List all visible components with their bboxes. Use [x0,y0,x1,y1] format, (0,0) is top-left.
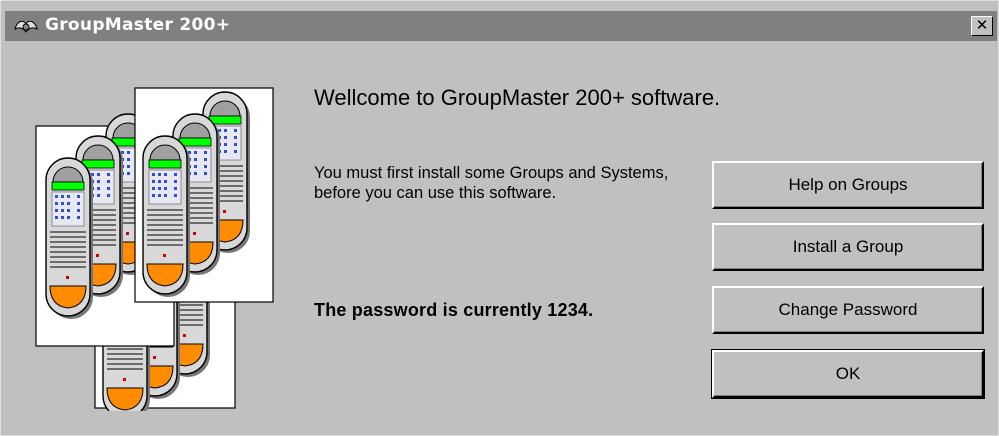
device-illustration [35,87,274,411]
welcome-text: Wellcome to GroupMaster 200+ software. [314,85,721,110]
close-button[interactable]: ✕ [971,16,993,36]
title-bar[interactable]: GroupMaster 200+ ✕ [5,11,997,41]
ok-button[interactable]: OK [711,349,985,399]
password-notice: The password is currently 1234. [314,300,594,320]
instructions-text: You must first install some Groups and S… [314,164,669,202]
change-password-button[interactable]: Change Password [712,286,984,334]
help-on-groups-button[interactable]: Help on Groups [712,161,984,209]
window-title: GroupMaster 200+ [45,15,231,35]
dialog-window: GroupMaster 200+ ✕ Wellcome to GroupMast… [0,0,999,436]
install-group-button[interactable]: Install a Group [712,223,984,271]
app-icon [14,20,38,33]
